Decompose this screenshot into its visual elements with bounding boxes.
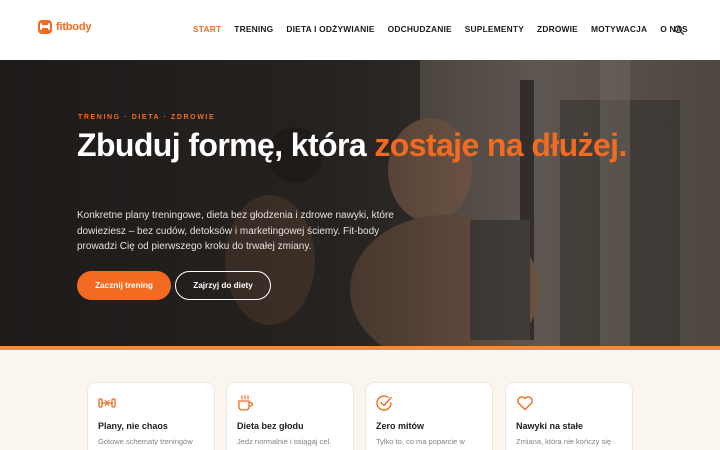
heart-icon bbox=[517, 396, 533, 411]
hero-banner bbox=[0, 60, 720, 347]
feature-title: Dieta bez głodu bbox=[237, 421, 304, 431]
feature-desc: Zmiana, która nie kończy się bbox=[516, 437, 612, 446]
feature-card[interactable]: Dieta bez głodu Jedz normalnie i osiągaj… bbox=[226, 382, 354, 450]
feature-desc: Tylko to, co ma poparcie w bbox=[376, 437, 465, 446]
feature-title: Zero mitów bbox=[376, 421, 425, 431]
feature-card[interactable]: Plany, nie chaos Gotowe schematy trening… bbox=[87, 382, 215, 450]
logo[interactable]: fitbody bbox=[38, 20, 91, 34]
start-training-button[interactable]: Zacznij trening bbox=[77, 271, 171, 300]
feature-desc: Jedz normalnie i osiągaj cel. bbox=[237, 437, 332, 446]
feature-card[interactable]: Nawyki na stałe Zmiana, która nie kończy… bbox=[505, 382, 633, 450]
nav-item-motywacja[interactable]: MOTYWACJA bbox=[591, 24, 647, 34]
hero-eyebrow: TRENING · DIETA · ZDROWIE bbox=[78, 114, 216, 121]
view-diet-button[interactable]: Zajrzyj do diety bbox=[175, 271, 271, 300]
headline-main: Zbuduj formę, która bbox=[77, 127, 375, 163]
site-header: fitbody START TRENING DIETA I ODŻYWIANIE… bbox=[0, 0, 720, 60]
dumbbell-icon bbox=[98, 398, 116, 408]
cup-icon bbox=[238, 395, 254, 411]
feature-title: Plany, nie chaos bbox=[98, 421, 168, 431]
hero-overlay bbox=[0, 60, 720, 347]
main-nav: START TRENING DIETA I ODŻYWIANIE ODCHUDZ… bbox=[193, 24, 688, 34]
feature-title: Nawyki na stałe bbox=[516, 421, 584, 431]
hero-headline: Zbuduj formę, która zostaje na dłużej. bbox=[77, 127, 637, 163]
logo-icon bbox=[38, 20, 52, 34]
headline-accent: zostaje na dłużej. bbox=[374, 127, 627, 163]
feature-desc: Gotowe schematy treningów bbox=[98, 437, 193, 446]
nav-item-trening[interactable]: TRENING bbox=[234, 24, 273, 34]
hero-lead: Konkretne plany treningowe, dieta bez gł… bbox=[77, 210, 394, 252]
nav-item-suplementy[interactable]: SUPLEMENTY bbox=[465, 24, 524, 34]
nav-item-odchudzanie[interactable]: ODCHUDZANIE bbox=[388, 24, 452, 34]
logo-text: fitbody bbox=[56, 21, 92, 33]
nav-item-zdrowie[interactable]: ZDROWIE bbox=[537, 24, 578, 34]
nav-item-dieta[interactable]: DIETA I ODŻYWIANIE bbox=[286, 24, 374, 34]
nav-item-start[interactable]: START bbox=[193, 24, 221, 34]
check-circle-icon bbox=[376, 395, 392, 411]
feature-card[interactable]: Zero mitów Tylko to, co ma poparcie w bbox=[365, 382, 493, 450]
search-icon[interactable] bbox=[674, 25, 684, 35]
